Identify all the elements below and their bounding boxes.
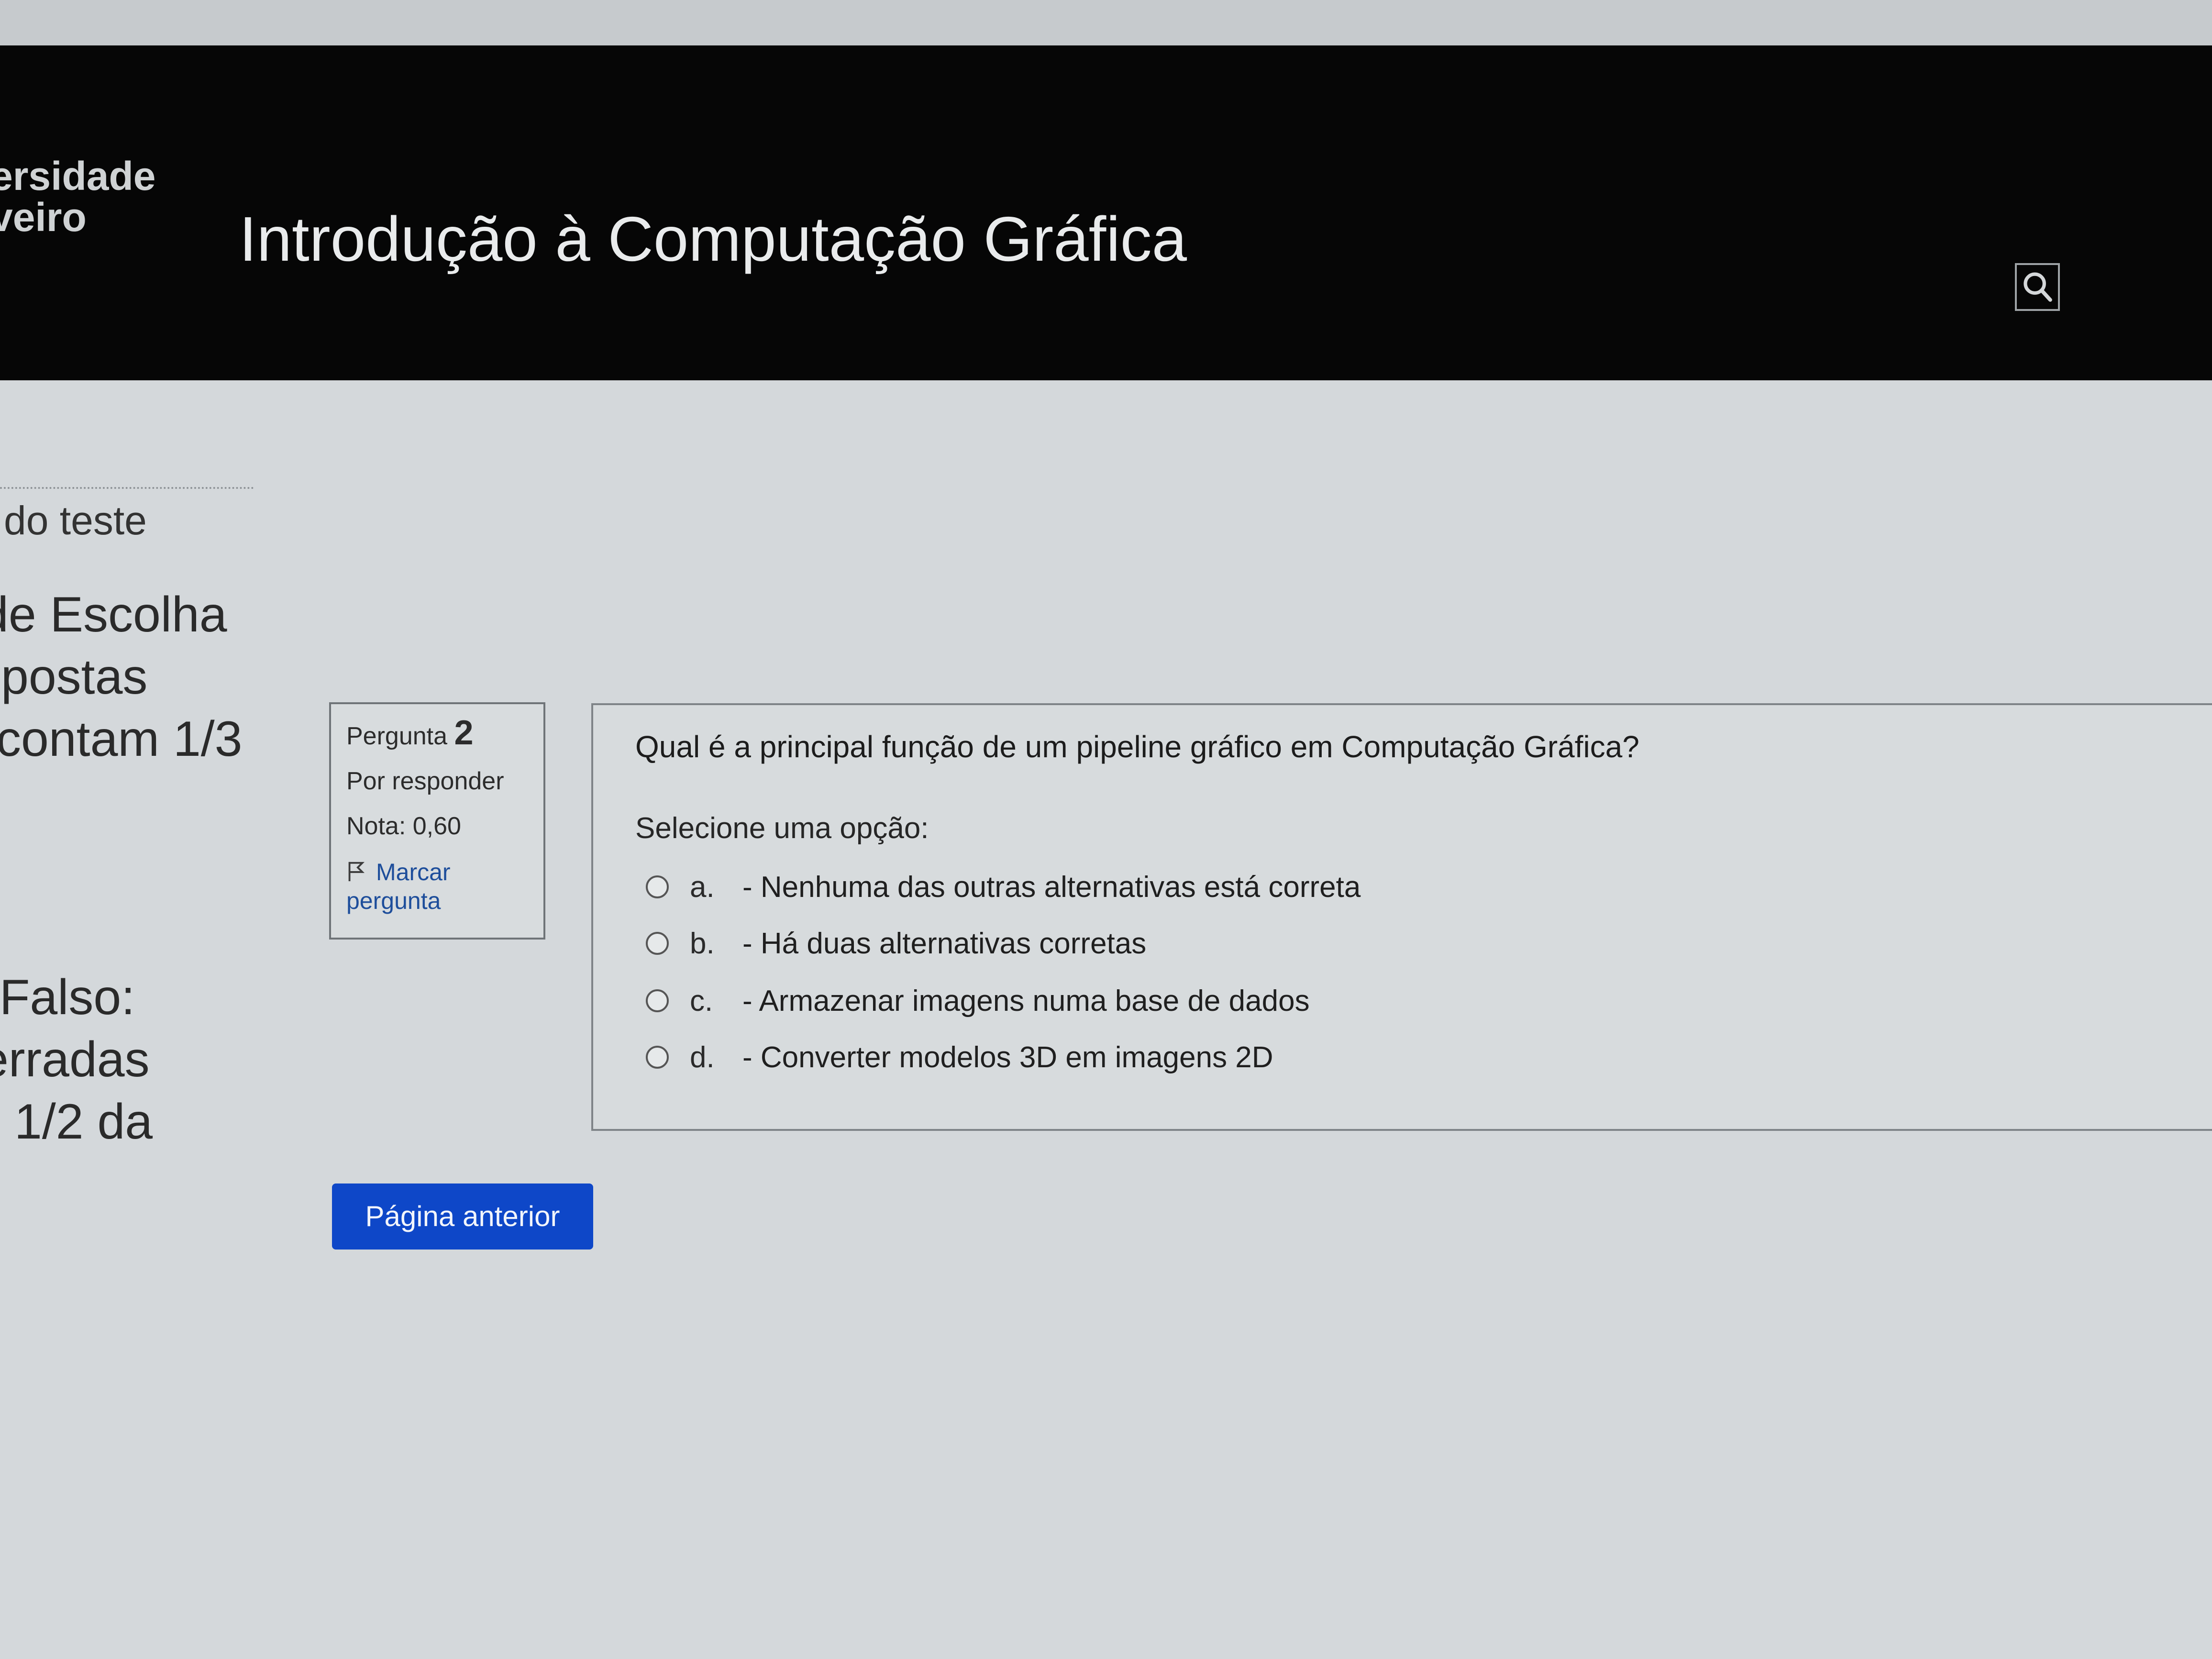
search-button[interactable] <box>2015 263 2060 311</box>
answer-prompt: Selecione uma opção: <box>635 812 929 845</box>
question-grade: Nota: 0,60 <box>346 812 461 840</box>
question-text: Qual é a principal função de um pipeline… <box>635 730 1639 764</box>
option-text[interactable]: - Há duas alternativas corretas <box>742 927 1146 961</box>
option-letter: a. <box>690 870 715 904</box>
radio-button[interactable] <box>646 989 669 1012</box>
section-label: do teste <box>4 498 147 543</box>
section-divider <box>0 487 254 489</box>
radio-button[interactable] <box>646 875 669 898</box>
question-number-line: Pergunta 2 <box>346 716 543 751</box>
instructions-line-4: /Falso: <box>0 970 135 1025</box>
radio-button[interactable] <box>646 1046 669 1069</box>
flag-label-1[interactable]: Marcar <box>376 859 451 885</box>
instructions-line-5: erradas <box>0 1032 150 1087</box>
instructions-line-2: spostas <box>0 649 148 705</box>
radio-button[interactable] <box>646 932 669 955</box>
instructions-line-1: de Escolha <box>0 587 227 642</box>
question-info-box: Pergunta 2 Por responder Nota: 0,60 Marc… <box>329 702 545 940</box>
search-icon <box>2024 272 2052 302</box>
university-logo[interactable]: ersidade veiro <box>0 155 156 238</box>
flag-icon <box>346 860 365 882</box>
option-text[interactable]: - Armazenar imagens numa base de dados <box>742 984 1310 1018</box>
option-letter: c. <box>690 984 713 1018</box>
brand-line-1: ersidade <box>0 154 156 199</box>
answer-option-d[interactable]: d. - Converter modelos 3D em imagens 2D <box>646 1038 1273 1076</box>
previous-page-button[interactable]: Página anterior <box>332 1183 593 1250</box>
answer-option-c[interactable]: c. - Armazenar imagens numa base de dado… <box>646 982 1310 1020</box>
top-strip <box>0 0 2212 45</box>
question-label: Pergunta <box>346 722 448 750</box>
answer-option-b[interactable]: b. - Há duas alternativas corretas <box>646 924 1146 962</box>
option-text[interactable]: - Converter modelos 3D em imagens 2D <box>742 1040 1273 1074</box>
answer-option-a[interactable]: a. - Nenhuma das outras alternativas est… <box>646 868 1360 906</box>
option-text[interactable]: - Nenhuma das outras alternativas está c… <box>742 870 1360 904</box>
question-panel: Qual é a principal função de um pipeline… <box>591 703 2212 1131</box>
flag-question-link[interactable]: Marcar pergunta <box>346 858 543 915</box>
course-title[interactable]: Introdução à Computação Gráfica <box>239 203 1187 275</box>
question-number: 2 <box>454 714 474 752</box>
instructions-line-3: scontam 1/3 <box>0 711 243 767</box>
site-header: ersidade veiro Introdução à Computação G… <box>0 45 2212 380</box>
brand-line-2: veiro <box>0 195 87 240</box>
option-letter: b. <box>690 927 715 960</box>
flag-label-2[interactable]: pergunta <box>346 887 441 914</box>
instructions-line-6: 1/2 da <box>14 1094 153 1150</box>
option-letter: d. <box>690 1040 715 1074</box>
question-status: Por responder <box>346 767 504 795</box>
